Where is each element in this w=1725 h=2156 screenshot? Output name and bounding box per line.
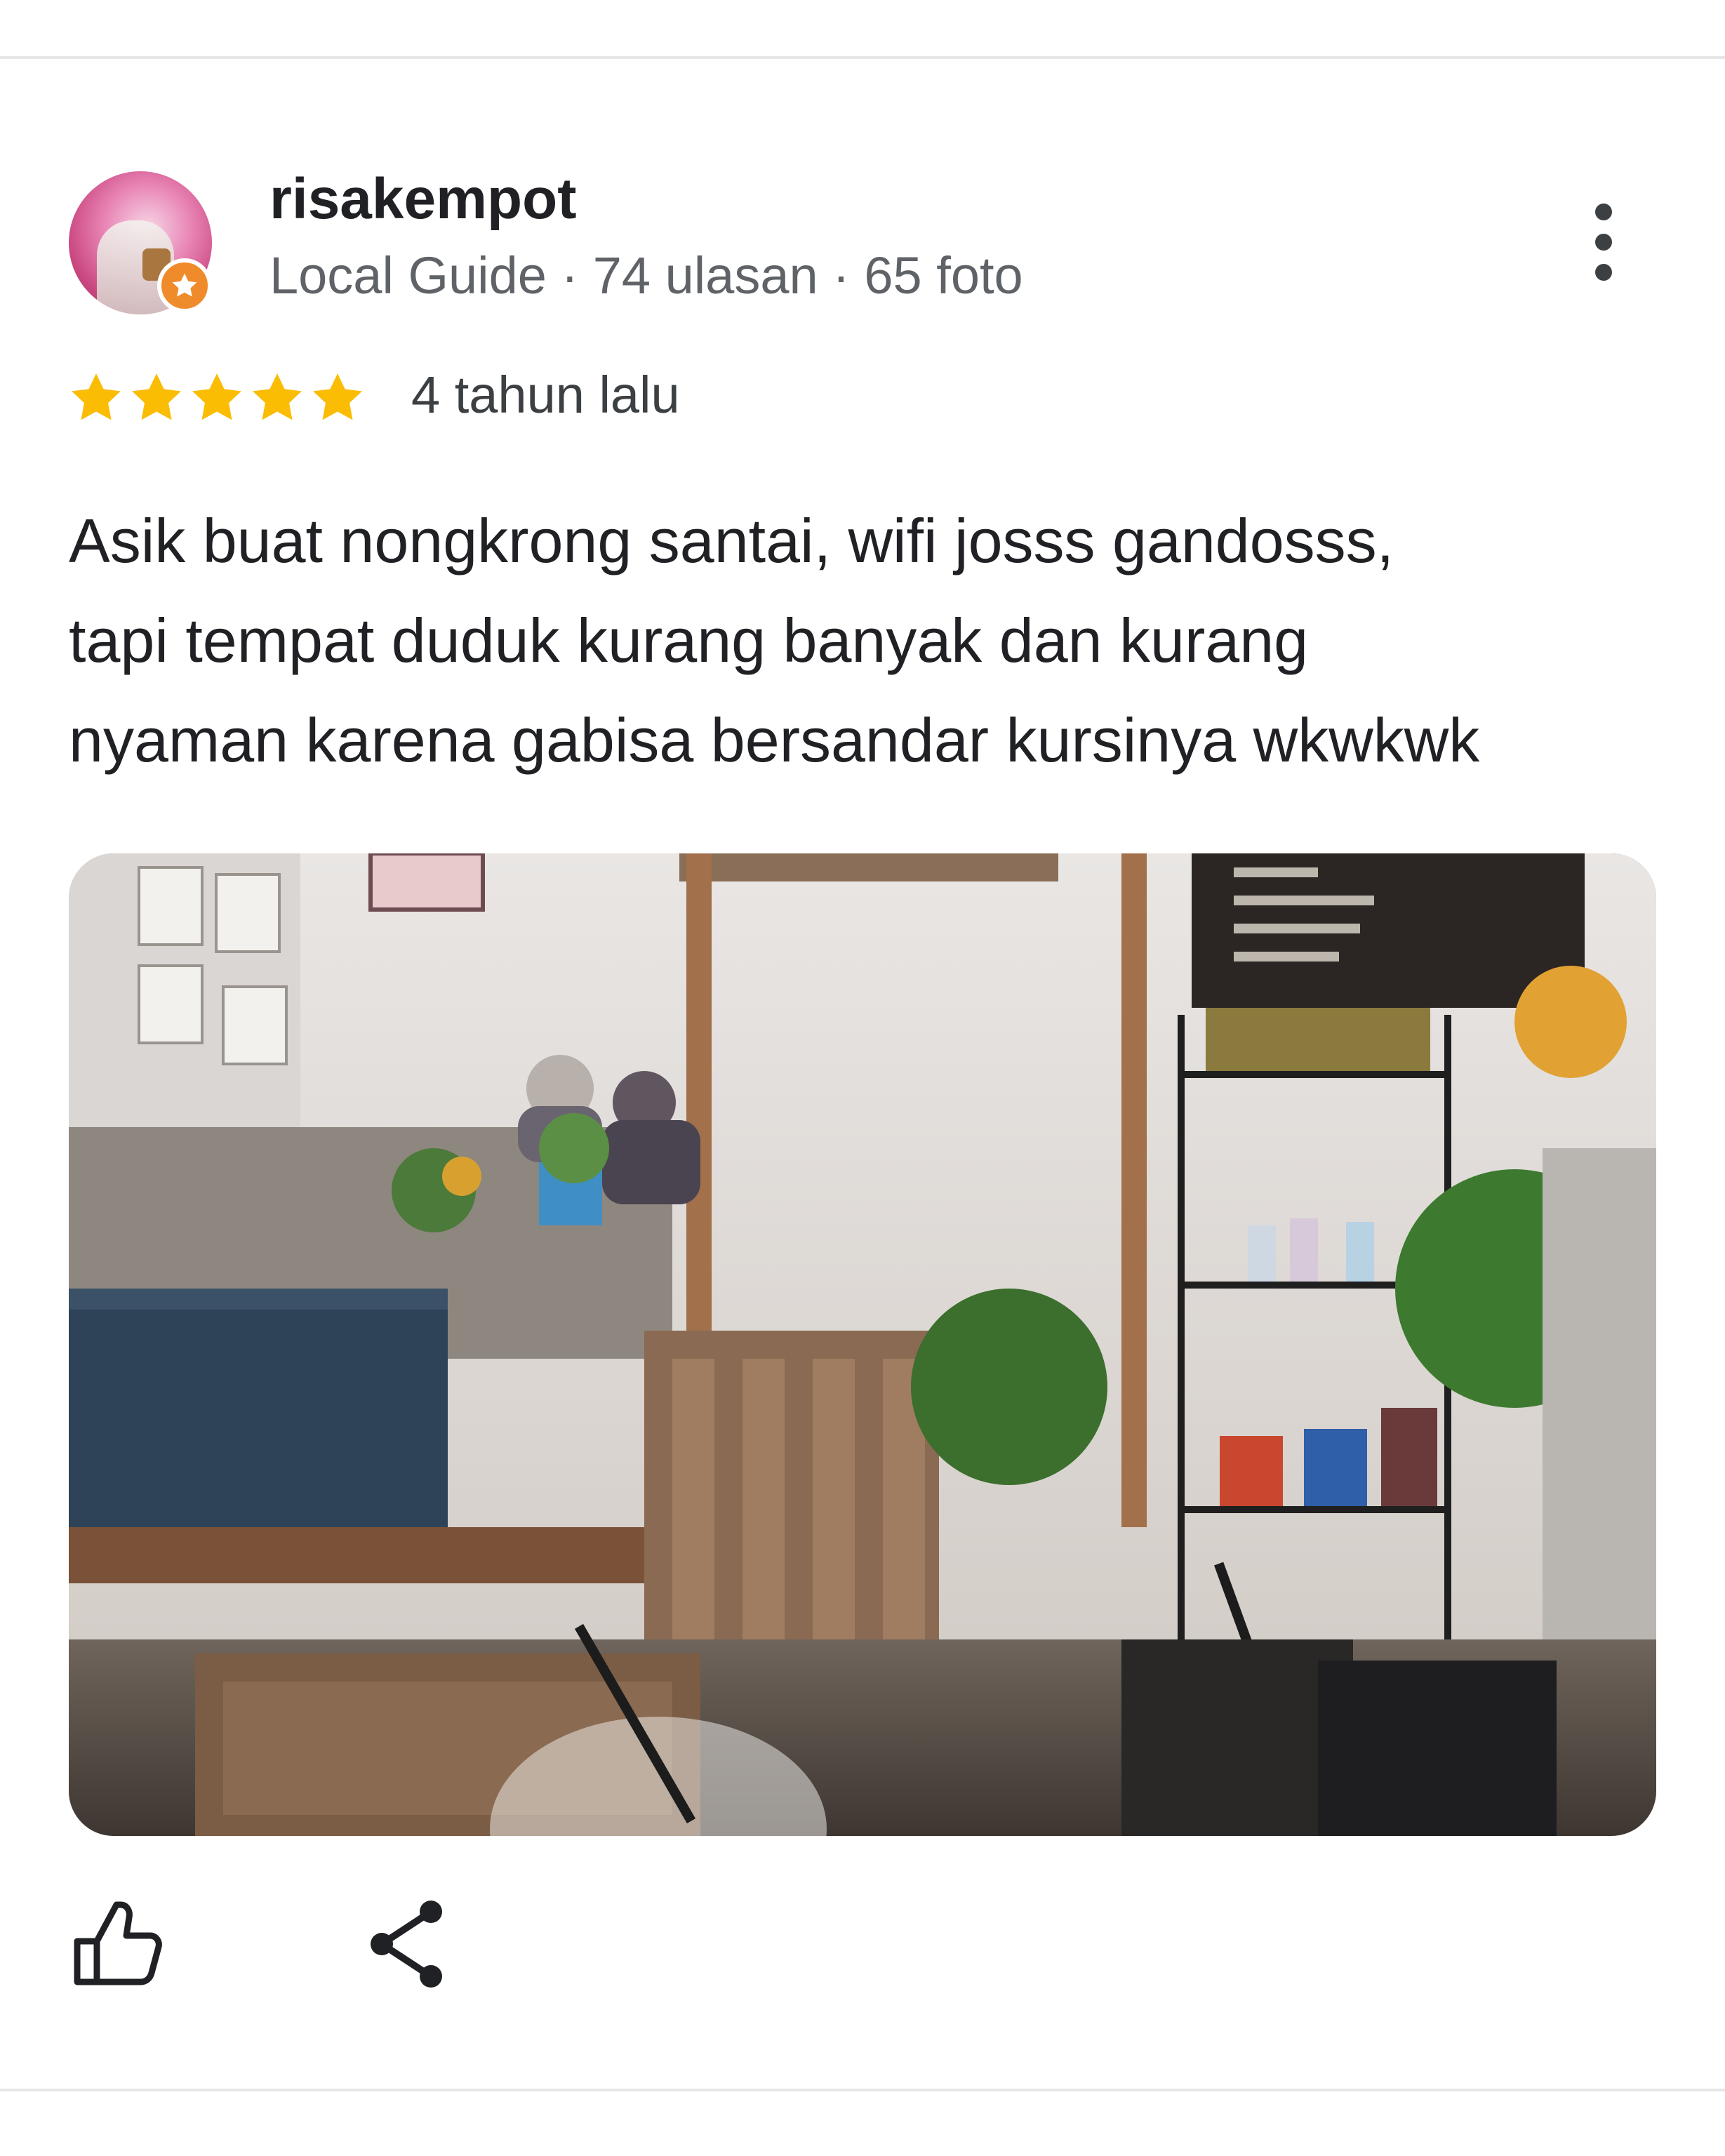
review-text-line: Asik buat nongkrong santai, wifi josss g… (69, 506, 1394, 575)
author-meta: Local Guide · 74 ulasan · 65 foto (269, 246, 1023, 305)
review-text: Asik buat nongkrong santai, wifi josss g… (69, 491, 1683, 790)
top-divider (0, 56, 1725, 59)
like-button[interactable] (67, 1895, 166, 1993)
more-vert-icon (1595, 204, 1612, 281)
review-text-line: nyaman karena gabisa bersandar kursinya … (69, 705, 1480, 775)
review-date: 4 tahun lalu (411, 366, 680, 424)
review-photo[interactable] (69, 853, 1656, 1836)
star-icon (72, 373, 121, 420)
review-text-line: tapi tempat duduk kurang banyak dan kura… (69, 606, 1309, 675)
star-icon (313, 373, 362, 420)
thumbs-up-icon (74, 1901, 162, 1985)
share-icon (371, 1901, 442, 1988)
star-icon (192, 373, 241, 420)
share-button[interactable] (358, 1895, 456, 1993)
local-guide-badge-icon (157, 258, 212, 313)
bottom-divider (0, 2089, 1725, 2091)
author-name[interactable]: risakempot (269, 166, 577, 233)
star-icon (253, 373, 302, 420)
more-options-button[interactable] (1572, 197, 1635, 288)
star-icon (132, 373, 181, 420)
badge-star-icon (172, 273, 197, 297)
star-rating (67, 369, 366, 427)
cafe-interior-image (69, 853, 1656, 1836)
